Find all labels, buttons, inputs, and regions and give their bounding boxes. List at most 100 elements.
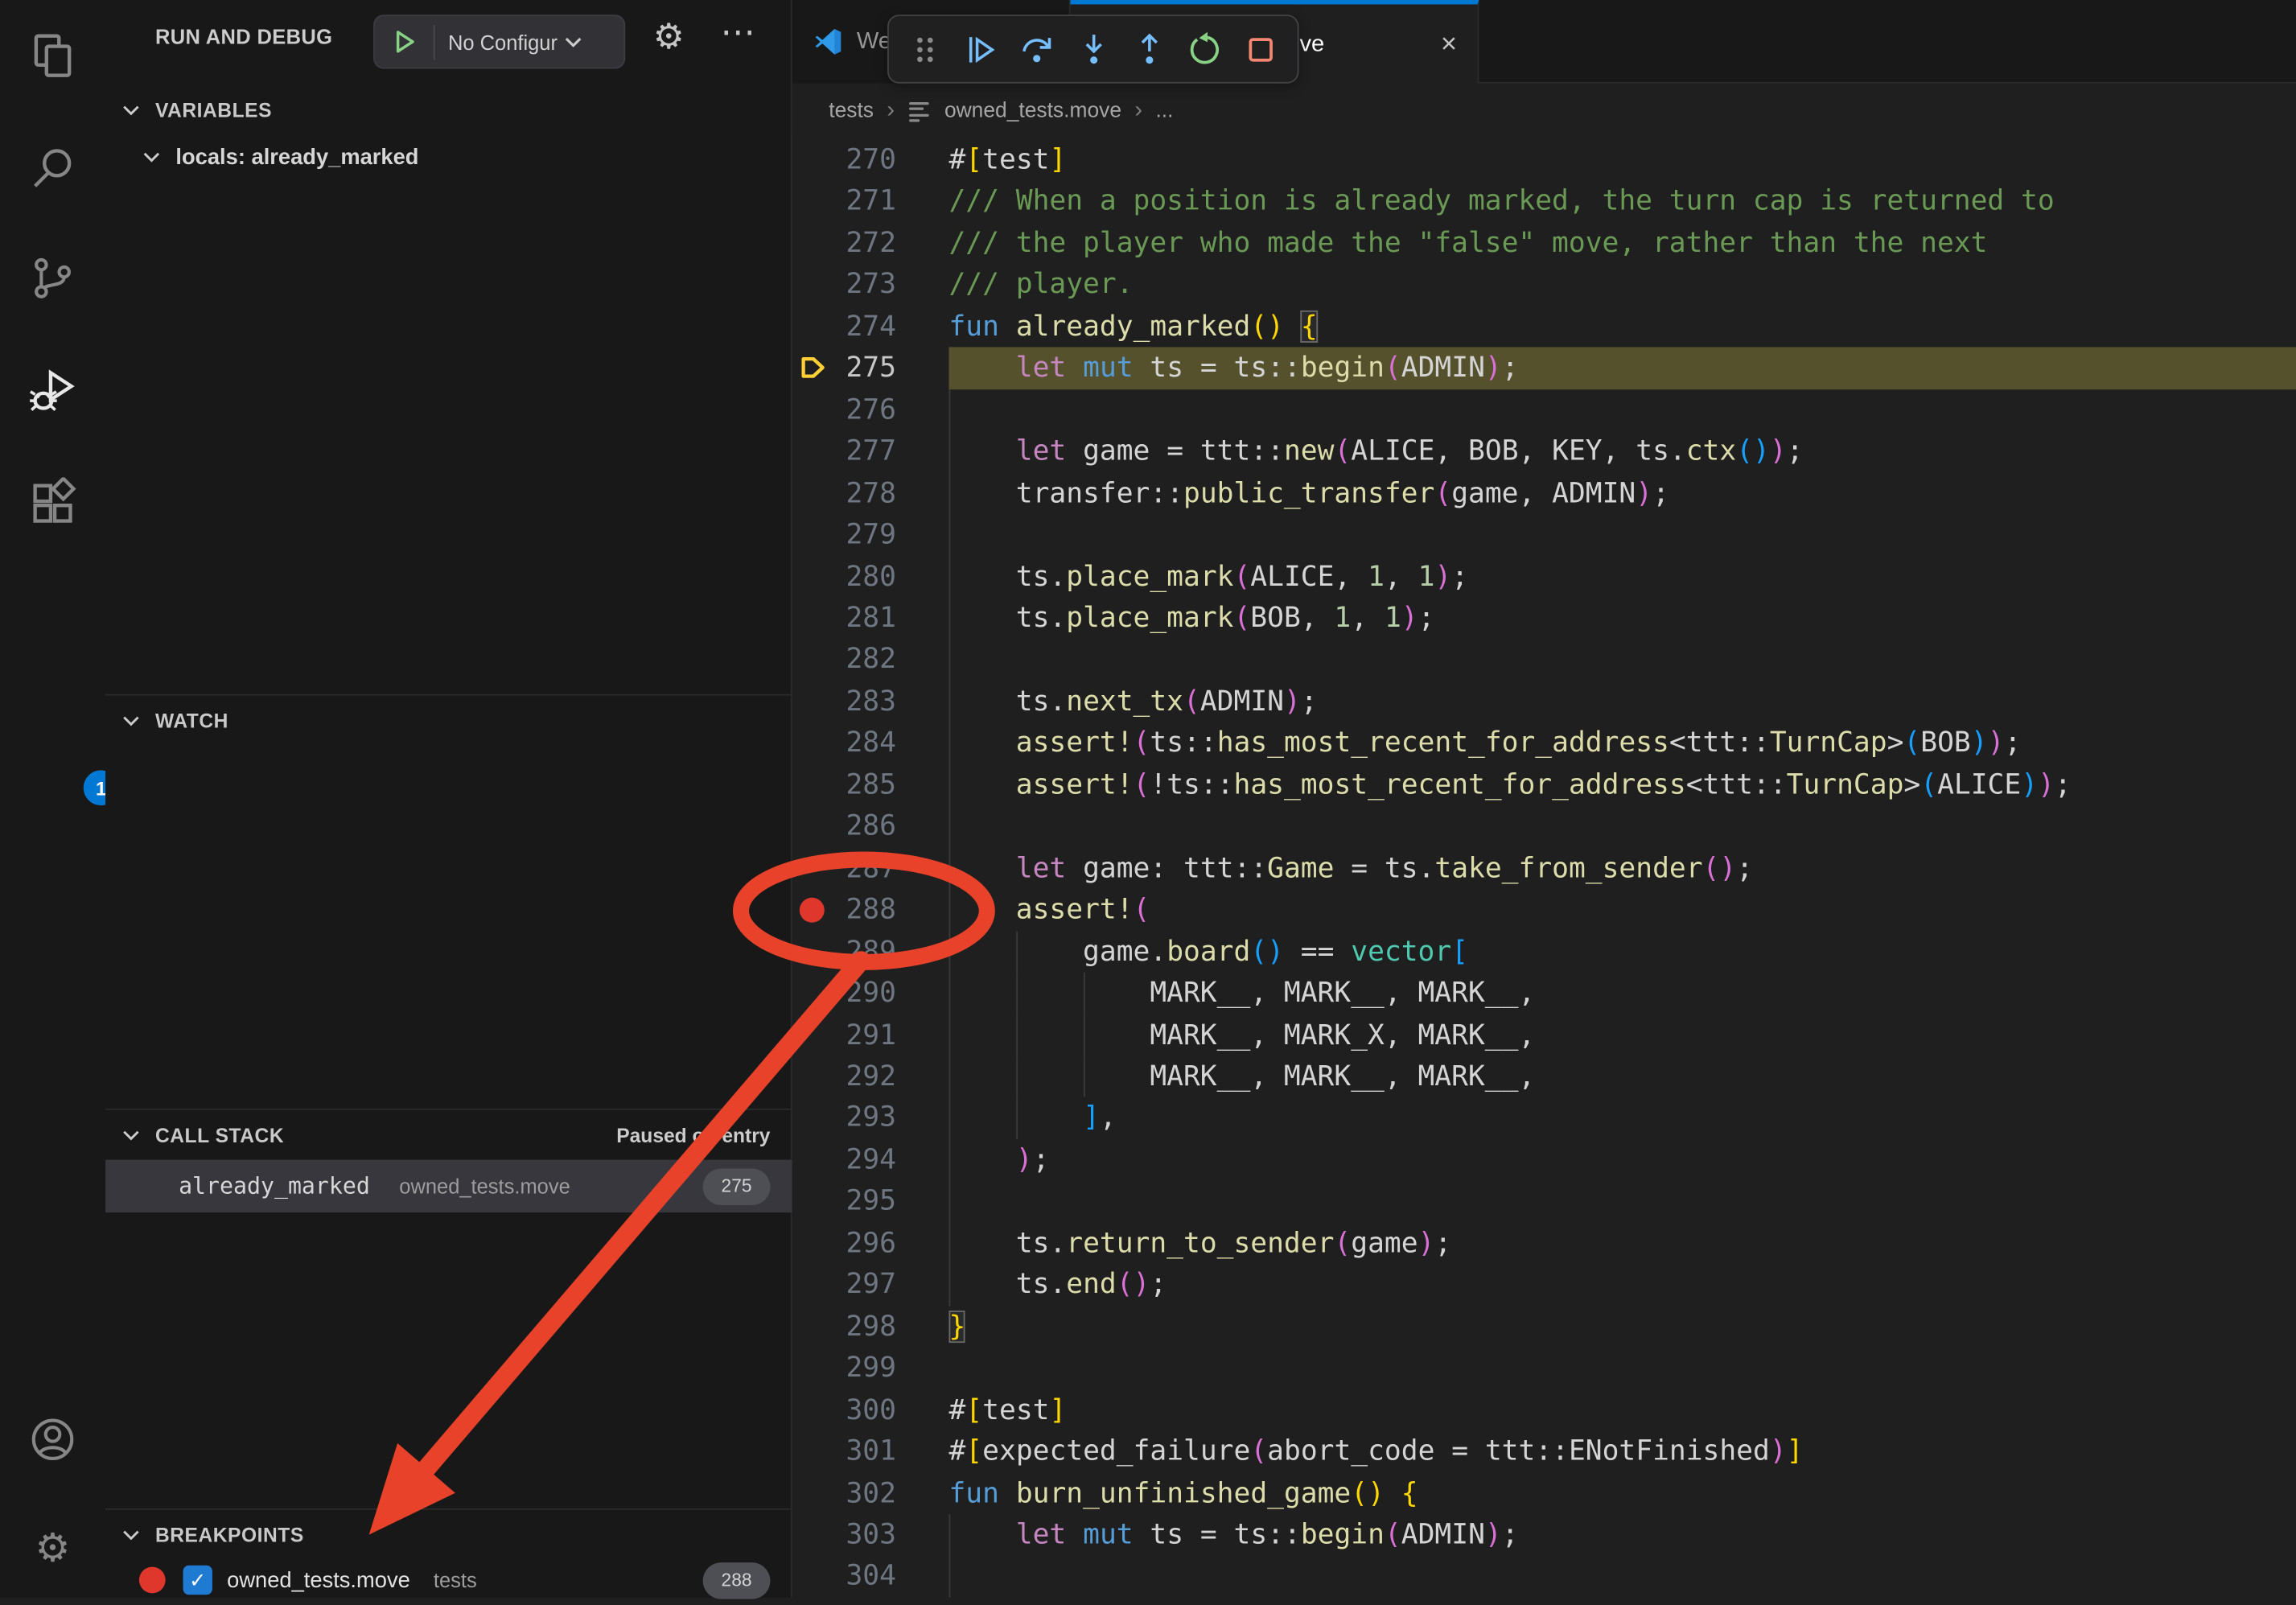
code-line[interactable]: 299	[792, 1348, 2296, 1389]
run-and-debug-icon[interactable]: 1	[28, 368, 78, 418]
code-text[interactable]: MARK__, MARK__, MARK__,	[948, 1056, 2296, 1097]
start-debugging-icon[interactable]	[375, 24, 435, 60]
code-line[interactable]: 290 MARK__, MARK__, MARK__,	[792, 973, 2296, 1014]
code-line[interactable]: 275 let mut ts = ts::begin(ADMIN);	[792, 348, 2296, 389]
breakpoint-checkbox[interactable]: ✓	[183, 1566, 212, 1595]
continue-icon[interactable]	[962, 30, 1000, 68]
code-line[interactable]: 287 let game: ttt::Game = ts.take_from_s…	[792, 847, 2296, 889]
step-into-icon[interactable]	[1074, 30, 1112, 68]
breadcrumb-item[interactable]: owned_tests.move	[944, 100, 1121, 123]
call-stack-frame-row[interactable]: already_marked owned_tests.move 275	[105, 1160, 792, 1213]
code-line[interactable]: 286	[792, 806, 2296, 848]
step-over-icon[interactable]	[1018, 30, 1056, 68]
code-line[interactable]: 277 let game = ttt::new(ALICE, BOB, KEY,…	[792, 430, 2296, 472]
gutter[interactable]	[792, 139, 835, 181]
stop-icon[interactable]	[1241, 30, 1279, 68]
gutter[interactable]	[792, 931, 835, 973]
code-text[interactable]	[948, 389, 2296, 431]
code-line[interactable]: 284 assert!(ts::has_most_recent_for_addr…	[792, 722, 2296, 764]
code-line[interactable]: 303 let mut ts = ts::begin(ADMIN);	[792, 1514, 2296, 1556]
close-tab-icon[interactable]: ×	[1441, 28, 1457, 60]
gutter[interactable]	[792, 1430, 835, 1472]
gutter[interactable]	[792, 1306, 835, 1348]
code-text[interactable]	[948, 639, 2296, 681]
section-watch[interactable]: WATCH	[105, 698, 792, 743]
code-text[interactable]: let game = ttt::new(ALICE, BOB, KEY, ts.…	[948, 430, 2296, 472]
gutter[interactable]	[792, 1348, 835, 1389]
launch-config-dropdown[interactable]: No Configur	[373, 14, 625, 68]
code-line[interactable]: 289 game.board() == vector[	[792, 931, 2296, 973]
gutter[interactable]	[792, 556, 835, 598]
breadcrumb-item[interactable]: tests	[829, 100, 874, 123]
gutter[interactable]	[792, 181, 835, 223]
locals-scope-row[interactable]: locals: already_marked	[105, 134, 792, 179]
code-text[interactable]: ],	[948, 1097, 2296, 1139]
code-text[interactable]: assert!(ts::has_most_recent_for_address<…	[948, 722, 2296, 764]
code-text[interactable]	[948, 514, 2296, 556]
code-line[interactable]: 298}	[792, 1306, 2296, 1348]
code-text[interactable]	[948, 1348, 2296, 1389]
section-call-stack[interactable]: CALL STACK Paused on entry	[105, 1113, 792, 1157]
code-line[interactable]: 271/// When a position is already marked…	[792, 181, 2296, 223]
code-text[interactable]: ts.return_to_sender(game);	[948, 1222, 2296, 1264]
toolbar-drag-handle-icon[interactable]	[907, 30, 944, 68]
gutter[interactable]	[792, 1056, 835, 1097]
code-text[interactable]: ts.place_mark(BOB, 1, 1);	[948, 598, 2296, 640]
code-line[interactable]: 282	[792, 639, 2296, 681]
code-line[interactable]: 292 MARK__, MARK__, MARK__,	[792, 1056, 2296, 1097]
gutter[interactable]	[792, 1222, 835, 1264]
more-actions-icon[interactable]: ⋯	[721, 12, 758, 55]
code-line[interactable]: 304	[792, 1556, 2296, 1598]
gutter[interactable]	[792, 764, 835, 806]
code-text[interactable]: MARK__, MARK_X, MARK__,	[948, 1014, 2296, 1056]
explorer-icon[interactable]	[28, 31, 78, 80]
code-text[interactable]: #[test]	[948, 139, 2296, 181]
gutter[interactable]	[792, 847, 835, 889]
code-text[interactable]: game.board() == vector[	[948, 931, 2296, 973]
code-line[interactable]: 293 ],	[792, 1097, 2296, 1139]
gutter[interactable]	[792, 598, 835, 640]
code-text[interactable]: fun already_marked() {	[948, 306, 2296, 348]
code-line[interactable]: 300#[test]	[792, 1389, 2296, 1431]
code-line[interactable]: 285 assert!(!ts::has_most_recent_for_add…	[792, 764, 2296, 806]
code-line[interactable]: 273/// player.	[792, 264, 2296, 306]
code-text[interactable]	[948, 806, 2296, 848]
breadcrumb-item[interactable]: ...	[1155, 100, 1173, 123]
code-line[interactable]: 272/// the player who made the "false" m…	[792, 222, 2296, 264]
code-text[interactable]: /// When a position is already marked, t…	[948, 181, 2296, 223]
code-line[interactable]: 274fun already_marked() {	[792, 306, 2296, 348]
code-line[interactable]: 280 ts.place_mark(ALICE, 1, 1);	[792, 556, 2296, 598]
gutter[interactable]	[792, 1181, 835, 1223]
code-text[interactable]	[948, 1556, 2296, 1598]
step-out-icon[interactable]	[1130, 30, 1168, 68]
gutter[interactable]	[792, 806, 835, 848]
gutter[interactable]	[792, 722, 835, 764]
code-text[interactable]: MARK__, MARK__, MARK__,	[948, 973, 2296, 1014]
code-text[interactable]: /// player.	[948, 264, 2296, 306]
gutter[interactable]	[792, 430, 835, 472]
section-variables[interactable]: VARIABLES	[105, 88, 792, 132]
gutter[interactable]	[792, 639, 835, 681]
gutter[interactable]	[792, 1514, 835, 1556]
code-line[interactable]: 291 MARK__, MARK_X, MARK__,	[792, 1014, 2296, 1056]
code-line[interactable]: 294 );	[792, 1139, 2296, 1181]
debug-settings-gear-icon[interactable]: ⚙	[653, 16, 685, 59]
gutter[interactable]	[792, 306, 835, 348]
code-line[interactable]: 297 ts.end();	[792, 1264, 2296, 1306]
code-text[interactable]: #[test]	[948, 1389, 2296, 1431]
code-line[interactable]: 288 assert!(	[792, 889, 2296, 931]
code-text[interactable]: ts.end();	[948, 1264, 2296, 1306]
code-line[interactable]: 276	[792, 389, 2296, 431]
section-breakpoints[interactable]: BREAKPOINTS	[105, 1512, 792, 1557]
gutter[interactable]	[792, 264, 835, 306]
code-editor[interactable]: 270#[test]271/// When a position is alre…	[792, 139, 2296, 1598]
gutter[interactable]	[792, 514, 835, 556]
gutter[interactable]	[792, 222, 835, 264]
code-text[interactable]: let mut ts = ts::begin(ADMIN);	[948, 1514, 2296, 1556]
code-text[interactable]: let mut ts = ts::begin(ADMIN);	[948, 348, 2296, 389]
account-icon[interactable]	[28, 1414, 78, 1464]
code-line[interactable]: 302fun burn_unfinished_game() {	[792, 1472, 2296, 1514]
code-text[interactable]: assert!(!ts::has_most_recent_for_address…	[948, 764, 2296, 806]
code-line[interactable]: 283 ts.next_tx(ADMIN);	[792, 681, 2296, 722]
code-text[interactable]: }	[948, 1306, 2296, 1348]
